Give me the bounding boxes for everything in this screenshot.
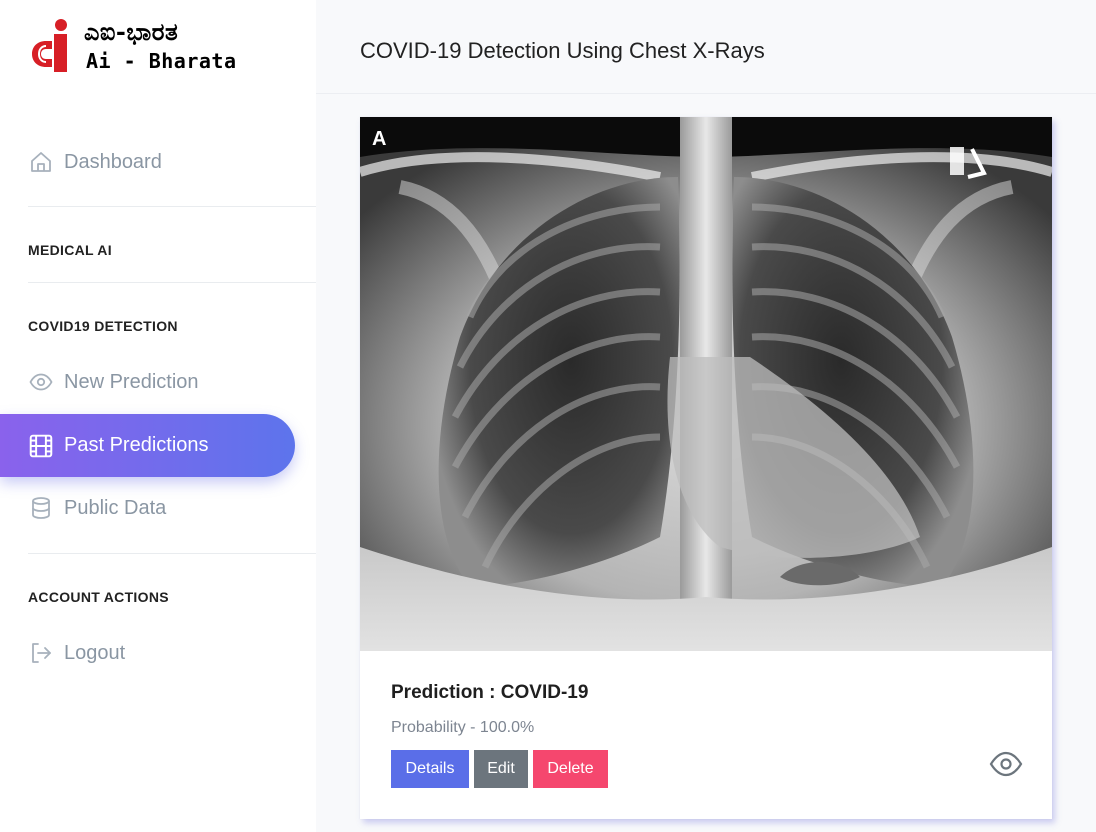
- logout-icon: [28, 640, 54, 666]
- sidebar-item-label: Dashboard: [64, 150, 162, 173]
- sidebar-item-logout[interactable]: Logout: [28, 629, 125, 677]
- brand-mark-icon: [32, 19, 67, 72]
- section-medical-ai: MEDICAL AI: [28, 242, 112, 258]
- home-icon: [28, 149, 54, 175]
- sidebar-item-label: Past Predictions: [64, 434, 209, 456]
- section-covid19-detection: COVID19 DETECTION: [28, 318, 178, 334]
- sidebar-divider: [28, 282, 316, 283]
- sidebar: ಎಐ-ಭಾರತ Ai - Bharata Dashboard MEDICAL A…: [0, 0, 316, 832]
- sidebar-item-label: Logout: [64, 641, 126, 664]
- section-account-actions: ACCOUNT ACTIONS: [28, 589, 169, 605]
- sidebar-item-label: Public Data: [64, 496, 167, 519]
- sidebar-item-dashboard[interactable]: Dashboard: [28, 138, 162, 186]
- brand-latin-text: Ai - Bharata: [86, 49, 237, 73]
- sidebar-item-new-prediction[interactable]: New Prediction: [28, 358, 199, 406]
- prediction-card: A Prediction : COVID-19 Probability - 10…: [360, 117, 1052, 819]
- xray-label: A: [372, 128, 386, 150]
- page-title: COVID-19 Detection Using Chest X-Rays: [360, 38, 765, 63]
- brand-script-text: ಎಐ-ಭಾರತ: [84, 17, 179, 46]
- eye-icon: [28, 369, 54, 395]
- sidebar-item-label: New Prediction: [64, 370, 199, 393]
- edit-button[interactable]: Edit: [474, 750, 528, 788]
- film-icon: [28, 433, 54, 459]
- chest-xray-image[interactable]: A: [360, 117, 1052, 651]
- sidebar-item-past-predictions[interactable]: Past Predictions: [0, 414, 295, 477]
- probability-text: Probability - 100.0%: [391, 719, 535, 736]
- database-icon: [28, 495, 54, 521]
- page-header: COVID-19 Detection Using Chest X-Rays: [316, 0, 1096, 94]
- delete-button[interactable]: Delete: [533, 750, 608, 788]
- details-button[interactable]: Details: [391, 750, 469, 788]
- sidebar-item-public-data[interactable]: Public Data: [28, 484, 166, 532]
- brand-logo[interactable]: ಎಐ-ಭಾರತ Ai - Bharata: [28, 16, 278, 76]
- sidebar-divider: [28, 206, 316, 207]
- view-eye-icon[interactable]: [988, 749, 1024, 779]
- prediction-title: Prediction : COVID-19: [391, 682, 589, 703]
- sidebar-divider: [28, 553, 316, 554]
